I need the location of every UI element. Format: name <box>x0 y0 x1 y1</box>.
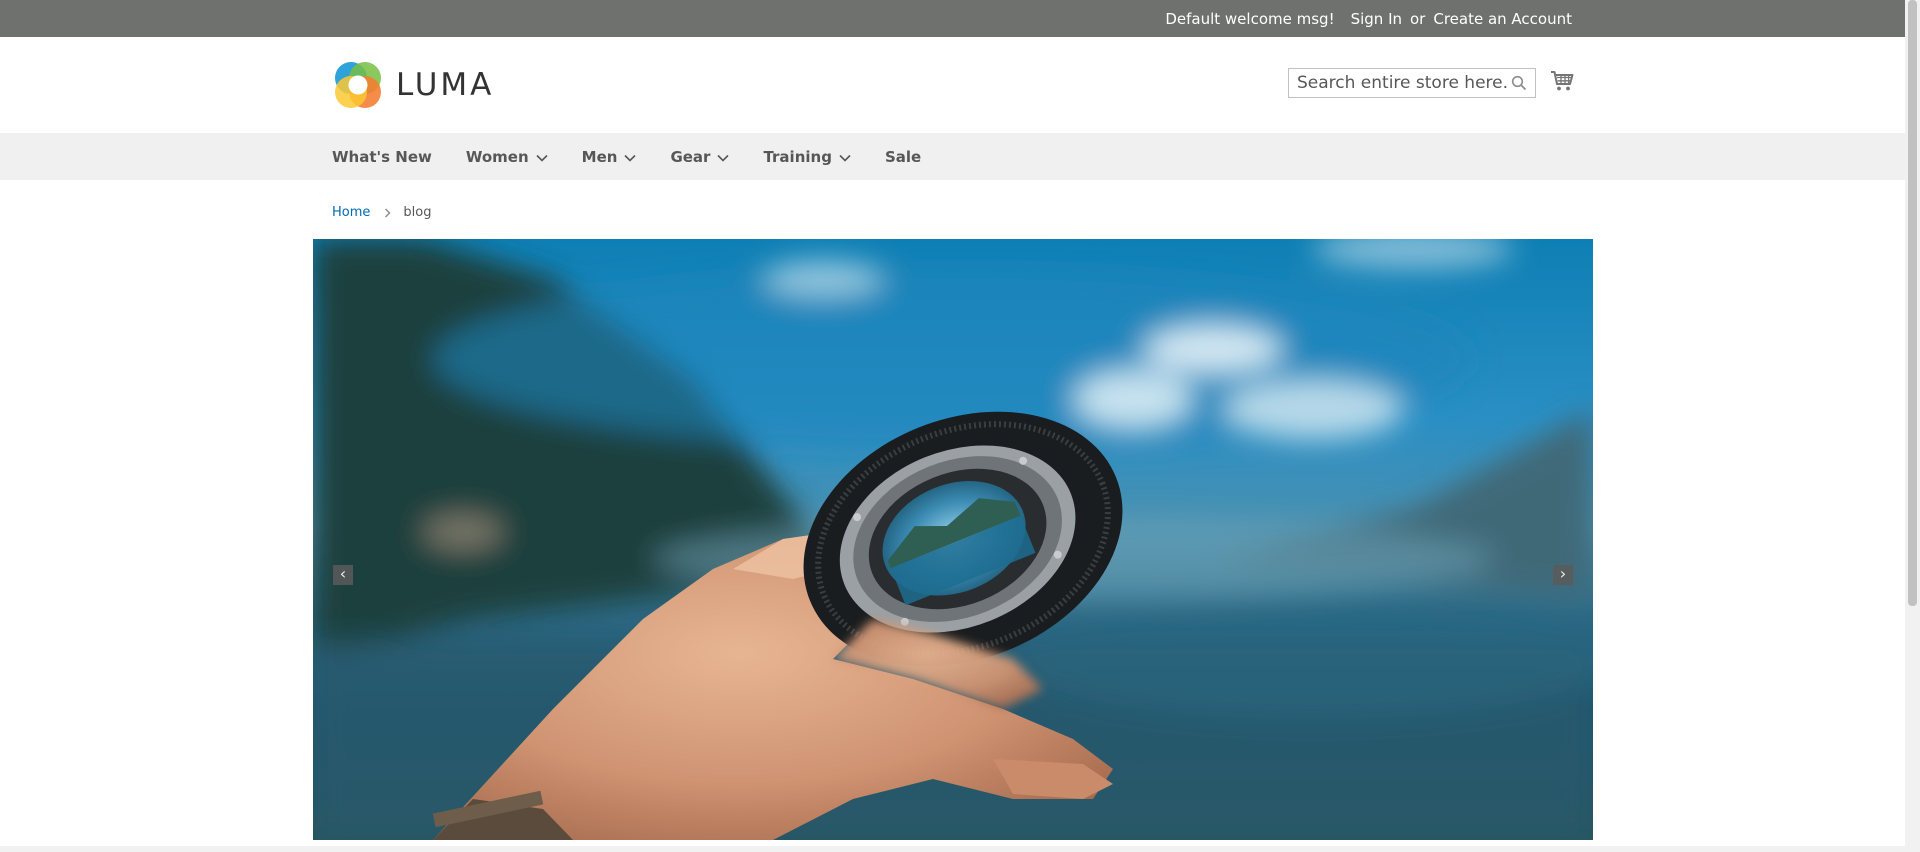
slider-next-button[interactable]: › <box>1553 565 1573 585</box>
nav-item-label: Sale <box>884 147 922 166</box>
chevron-down-icon <box>717 154 730 162</box>
nav-item-label: Women <box>465 147 529 166</box>
chevron-right-icon <box>385 208 391 217</box>
sign-in-link[interactable]: Sign In <box>1351 10 1402 28</box>
chevron-down-icon <box>624 154 637 162</box>
nav-item-women[interactable]: Women <box>466 148 548 166</box>
nav-item-label: Gear <box>670 147 711 166</box>
nav-item-sale[interactable]: Sale <box>885 148 921 166</box>
welcome-message: Default welcome msg! <box>1165 9 1335 28</box>
slider-prev-button[interactable]: ‹ <box>333 565 353 585</box>
search-icon[interactable] <box>1511 75 1527 95</box>
nav-item-gear[interactable]: Gear <box>670 147 730 166</box>
search-box <box>1288 68 1536 98</box>
breadcrumb-home-link[interactable]: Home <box>332 205 370 220</box>
search-input[interactable] <box>1297 70 1507 96</box>
logo-text: LUMA <box>396 67 495 103</box>
or-separator: or <box>1410 9 1426 28</box>
scrollbar-thumb[interactable] <box>1908 0 1917 606</box>
chevron-down-icon <box>839 154 851 162</box>
hero-slider: ‹ › <box>313 239 1593 840</box>
logo[interactable]: LUMA <box>332 59 494 111</box>
header-links: Default welcome msg! Sign In or Create a… <box>1165 0 1572 37</box>
horizontal-scrollbar[interactable] <box>0 846 1905 852</box>
nav-item-label: Men <box>581 147 618 166</box>
nav-item-whats-new[interactable]: What's New <box>332 148 432 166</box>
luma-logo-icon <box>335 62 381 108</box>
breadcrumb: Home blog <box>332 205 431 220</box>
vertical-scrollbar[interactable] <box>1905 0 1920 852</box>
main-navigation: What's New Women Men Gear Training Sale <box>0 133 1905 180</box>
top-panel: Default welcome msg! Sign In or Create a… <box>0 0 1905 37</box>
nav-item-training[interactable]: Training <box>763 147 851 166</box>
hero-image <box>313 239 1593 840</box>
create-account-link[interactable]: Create an Account <box>1433 10 1572 28</box>
breadcrumb-current: blog <box>403 205 432 220</box>
nav-item-label: Training <box>763 147 832 166</box>
cart-icon[interactable] <box>1550 70 1574 96</box>
chevron-down-icon <box>536 154 548 162</box>
nav-item-label: What's New <box>332 147 432 166</box>
page-header: LUMA <box>0 37 1905 133</box>
nav-item-men[interactable]: Men <box>582 148 637 166</box>
